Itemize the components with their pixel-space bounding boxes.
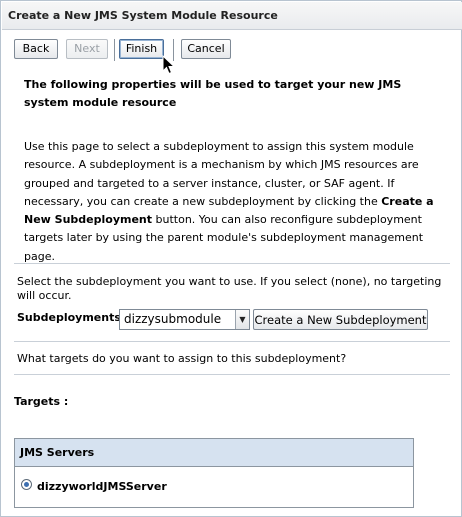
divider <box>14 263 450 264</box>
window-title: Create a New JMS System Module Resource <box>2 2 462 30</box>
dialog-frame: Create a New JMS System Module Resource … <box>0 0 462 517</box>
server-radio-button[interactable] <box>21 479 32 490</box>
divider <box>14 341 450 342</box>
page-heading: The following properties will be used to… <box>24 78 402 109</box>
mouse-pointer-icon <box>162 55 176 75</box>
subdeployments-label: Subdeployments: <box>17 311 126 324</box>
finish-button[interactable]: Finish <box>119 39 164 59</box>
chevron-down-icon[interactable]: ▼ <box>235 310 249 329</box>
targets-question: What targets do you want to assign to th… <box>17 352 347 365</box>
create-subdeployment-button[interactable]: Create a New Subdeployment <box>253 309 428 330</box>
page-description: Use this page to select a subdeployment … <box>24 138 449 266</box>
targets-label: Targets : <box>14 395 69 408</box>
cancel-button[interactable]: Cancel <box>181 39 231 59</box>
select-instruction: Select the subdeployment you want to use… <box>17 275 442 302</box>
jms-servers-table: JMS Servers dizzyworldJMSServer <box>14 438 414 508</box>
table-header: JMS Servers <box>15 439 413 467</box>
button-separator <box>114 39 115 61</box>
table-row[interactable]: dizzyworldJMSServer <box>15 467 413 507</box>
subdeployment-select-value: dizzysubmodule <box>124 312 222 326</box>
server-name: dizzyworldJMSServer <box>37 480 167 493</box>
back-button[interactable]: Back <box>14 39 58 59</box>
subdeployment-select[interactable]: dizzysubmodule ▼ <box>119 309 250 330</box>
next-button[interactable]: Next <box>66 39 108 59</box>
divider <box>14 374 450 375</box>
description-text: Use this page to select a subdeployment … <box>24 140 419 208</box>
